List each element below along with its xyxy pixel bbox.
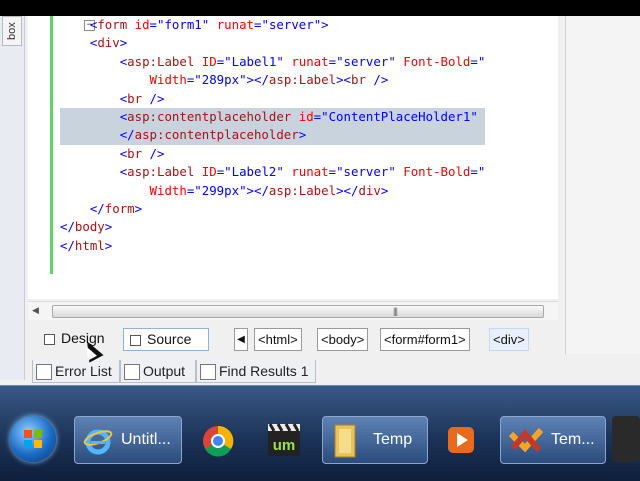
taskbar-ie-label: Untitl... — [121, 431, 171, 448]
code-line[interactable]: </body> — [60, 218, 485, 236]
design-icon — [44, 333, 55, 345]
tag-nav-html[interactable]: <html> — [254, 328, 302, 351]
tag-nav-div[interactable]: <div> — [489, 328, 529, 351]
horizontal-scrollbar[interactable]: ◀ ||| — [28, 301, 558, 320]
output-label: Output — [143, 363, 186, 379]
design-tab[interactable]: Design — [38, 328, 113, 349]
tag-nav-form[interactable]: <form#form1> — [380, 328, 470, 351]
taskbar-ie-window[interactable]: Untitl... — [74, 416, 182, 464]
source-tab-label: Source — [147, 331, 192, 347]
toolbox-strip — [0, 16, 25, 380]
code-line[interactable]: <br /> — [60, 90, 485, 108]
find-results-icon — [200, 364, 216, 381]
right-panel — [565, 16, 640, 354]
code-line[interactable]: Width="289px"></asp:Label><br /> — [60, 71, 485, 89]
visual-studio-icon — [509, 428, 543, 453]
folder-icon — [334, 424, 356, 458]
taskbar-explorer-window[interactable]: Temp — [322, 416, 428, 464]
code-line[interactable]: </asp:contentplaceholder> — [60, 126, 486, 145]
error-list-icon — [36, 364, 52, 381]
code-line[interactable]: <asp:Label ID="Label2" runat="server" Fo… — [60, 163, 486, 181]
tag-nav-left-arrow-icon[interactable]: ◀ — [234, 328, 248, 351]
um-app-icon: um — [268, 423, 300, 456]
taskbar-overflow-item[interactable] — [612, 416, 640, 462]
code-line[interactable]: <form id="form1" runat="server"> — [60, 16, 485, 34]
window-top-edge — [0, 0, 640, 16]
change-tracking-bar — [50, 16, 53, 274]
error-list-tab[interactable]: Error List — [32, 360, 120, 383]
code-area[interactable]: <form id="form1" runat="server"> <div> <… — [60, 16, 486, 255]
media-player-icon — [448, 427, 474, 453]
output-tab[interactable]: Output — [120, 360, 196, 383]
tool-window-tabs: Error List Output Find Results 1 — [28, 360, 558, 383]
toolbox-tab[interactable]: box — [2, 16, 22, 46]
view-bar: Design Source ◀ <html> <body> <form#form… — [28, 325, 558, 353]
error-list-label: Error List — [55, 363, 112, 379]
toolbox-tab-label: box — [6, 22, 18, 40]
taskbar-um-app[interactable]: um — [258, 416, 310, 462]
windows-logo-icon — [24, 430, 42, 448]
code-line[interactable]: <asp:Label ID="Label1" runat="server" Fo… — [60, 53, 486, 71]
taskbar-media-player[interactable] — [436, 416, 488, 462]
taskbar-vs-window[interactable]: Tem... — [500, 416, 606, 464]
start-button[interactable] — [10, 416, 56, 462]
chrome-icon — [203, 425, 234, 457]
taskbar: Untitl... um Temp Tem... — [0, 385, 640, 481]
source-editor[interactable]: − <form id="form1" runat="server"> <div>… — [28, 16, 558, 299]
code-line[interactable]: <br /> — [60, 145, 485, 163]
code-line[interactable]: Width="299px"></asp:Label></div> — [60, 182, 485, 200]
source-tab[interactable]: Source — [123, 328, 209, 351]
taskbar-vs-label: Tem... — [551, 431, 595, 448]
find-results-tab[interactable]: Find Results 1 — [196, 360, 316, 383]
scrollbar-thumb[interactable]: ||| — [52, 305, 544, 318]
scroll-left-arrow-icon[interactable]: ◀ — [32, 305, 39, 316]
code-line[interactable]: </html> — [60, 237, 485, 255]
output-icon — [124, 364, 140, 381]
source-icon — [130, 334, 141, 346]
taskbar-chrome[interactable] — [192, 416, 244, 462]
code-line[interactable]: <asp:contentplaceholder id="ContentPlace… — [60, 107, 486, 127]
code-line[interactable]: <div> — [60, 34, 485, 52]
code-line[interactable]: </form> — [60, 200, 485, 218]
svg-text:um: um — [273, 437, 296, 454]
grip-icon: ||| — [393, 306, 398, 316]
tag-nav-body[interactable]: <body> — [317, 328, 369, 351]
find-results-label: Find Results 1 — [219, 363, 309, 379]
taskbar-explorer-label: Temp — [373, 431, 413, 448]
internet-explorer-icon — [83, 429, 113, 455]
